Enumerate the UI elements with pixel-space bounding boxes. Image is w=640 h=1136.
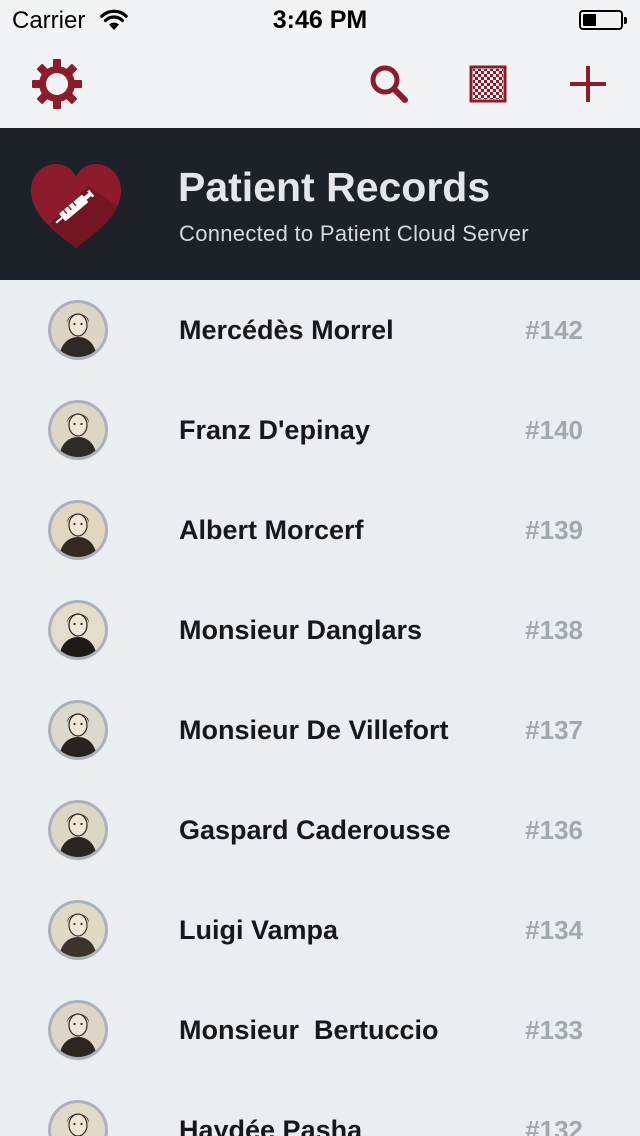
patient-row[interactable]: Monsieur Danglars #138	[0, 580, 640, 680]
patient-row[interactable]: Mercédès Morrel #142	[0, 280, 640, 380]
add-patient-button[interactable]	[562, 58, 614, 110]
patient-avatar	[48, 300, 108, 360]
patient-row[interactable]: Luigi Vampa #134	[0, 880, 640, 980]
patient-row[interactable]: Gaspard Caderousse #136	[0, 780, 640, 880]
qr-code-button[interactable]	[462, 58, 514, 110]
patient-avatar	[48, 400, 108, 460]
patient-number: #134	[525, 915, 583, 945]
patient-name: Monsieur De Villefort	[179, 715, 449, 745]
patient-name: Monsieur Bertuccio	[179, 1015, 439, 1045]
connection-status: Connected to Patient Cloud Server	[179, 221, 529, 246]
status-bar: Carrier 3:46 PM	[0, 0, 640, 40]
page-title: Patient Records	[178, 164, 491, 210]
search-icon	[370, 65, 408, 103]
patient-number: #140	[525, 415, 583, 445]
patient-number: #136	[525, 815, 583, 845]
patient-number: #137	[525, 715, 583, 745]
patient-avatar	[48, 800, 108, 860]
patient-number: #138	[525, 615, 583, 645]
patient-name: Albert Morcerf	[179, 515, 364, 545]
patient-row[interactable]: Franz D'epinay #140	[0, 380, 640, 480]
status-time: 3:46 PM	[272, 6, 368, 34]
plus-icon	[570, 66, 606, 102]
battery-icon	[579, 10, 627, 30]
patient-number: #142	[525, 315, 583, 345]
toolbar	[0, 40, 640, 128]
patient-name: Haydée Pasha	[179, 1115, 363, 1136]
patient-row[interactable]: Albert Morcerf #139	[0, 480, 640, 580]
patient-number: #133	[525, 1015, 583, 1045]
patient-name: Luigi Vampa	[179, 915, 339, 945]
page-header: Patient Records Connected to Patient Clo…	[0, 128, 640, 280]
patient-avatar	[48, 1000, 108, 1060]
patient-row[interactable]: Monsieur Bertuccio #133	[0, 980, 640, 1080]
patient-row[interactable]: Monsieur De Villefort #137	[0, 680, 640, 780]
patient-avatar	[48, 700, 108, 760]
patient-avatar	[48, 1100, 108, 1136]
patient-name: Monsieur Danglars	[179, 615, 423, 645]
patient-row[interactable]: Haydée Pasha #132	[0, 1080, 640, 1136]
settings-button[interactable]	[31, 58, 83, 110]
patient-name: Gaspard Caderousse	[179, 815, 451, 845]
patient-name: Mercédès Morrel	[179, 315, 394, 345]
heart-syringe-logo	[30, 164, 122, 248]
gear-icon	[32, 59, 82, 109]
patient-name: Franz D'epinay	[179, 415, 370, 445]
patient-list: Mercédès Morrel #142 Franz D'epinay #140	[0, 280, 640, 1136]
patient-number: #139	[525, 515, 583, 545]
patient-avatar	[48, 600, 108, 660]
qr-grid-icon	[469, 65, 507, 103]
patient-avatar	[48, 500, 108, 560]
search-button[interactable]	[363, 58, 415, 110]
patient-avatar	[48, 900, 108, 960]
patient-number: #132	[525, 1115, 583, 1136]
